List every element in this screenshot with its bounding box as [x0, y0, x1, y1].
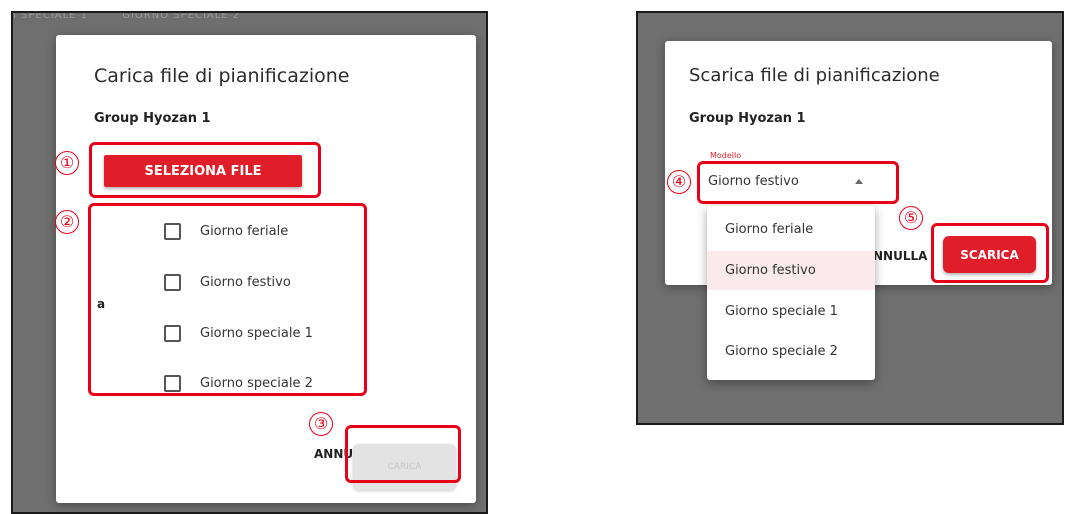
to-label: a	[97, 297, 106, 311]
upload-screen-panel: I SPECIALE 1 GIORNO SPECIALE 2 Carica fi…	[11, 11, 488, 514]
download-button[interactable]: SCARICA	[943, 236, 1036, 273]
background-tabs: I SPECIALE 1 GIORNO SPECIALE 2	[13, 11, 270, 21]
marker-1: ①	[55, 151, 79, 175]
marker-5: ⑤	[899, 206, 923, 230]
background-tab-special-2: GIORNO SPECIALE 2	[122, 11, 241, 21]
dialog-title: Carica file di pianificazione	[94, 65, 350, 87]
select-file-button[interactable]: SELEZIONA FILE	[104, 155, 302, 187]
checkbox-giorno-speciale-1[interactable]: Giorno speciale 1	[164, 321, 313, 345]
marker-2: ②	[55, 210, 79, 234]
dropdown-option-giorno-festivo[interactable]: Giorno festivo	[707, 251, 875, 290]
dropdown-option-giorno-speciale-1[interactable]: Giorno speciale 1	[707, 292, 875, 331]
checkbox-giorno-feriale[interactable]: Giorno feriale	[164, 219, 288, 243]
checkbox-giorno-festivo[interactable]: Giorno festivo	[164, 270, 291, 294]
marker-4: ④	[667, 170, 691, 194]
cancel-button[interactable]: NNULLA	[873, 249, 927, 263]
checkbox-label: Giorno speciale 2	[200, 375, 313, 391]
background-tab-special-1: I SPECIALE 1	[13, 11, 89, 21]
model-dropdown-menu: Giorno feriale Giorno festivo Giorno spe…	[707, 206, 875, 380]
checkbox-label: Giorno speciale 1	[200, 325, 313, 341]
dropdown-option-giorno-speciale-2[interactable]: Giorno speciale 2	[707, 332, 875, 371]
checkbox-giorno-speciale-2[interactable]: Giorno speciale 2	[164, 371, 313, 395]
model-field-label: Modello	[710, 151, 742, 160]
marker-3: ③	[309, 412, 333, 436]
upload-dialog: Carica file di pianificazione Group Hyoz…	[56, 35, 476, 503]
upload-button-disabled[interactable]: CARICA	[353, 444, 456, 490]
dialog-title: Scarica file di pianificazione	[689, 65, 940, 86]
caret-up-icon	[855, 179, 863, 184]
checkbox-label: Giorno festivo	[200, 274, 291, 290]
dropdown-option-giorno-feriale[interactable]: Giorno feriale	[707, 210, 875, 249]
model-selected-value: Giorno festivo	[708, 174, 799, 189]
checkbox-label: Giorno feriale	[200, 223, 289, 239]
group-name: Group Hyozan 1	[689, 111, 806, 126]
group-name: Group Hyozan 1	[94, 111, 211, 126]
checkbox-box[interactable]	[164, 222, 181, 240]
model-select[interactable]: Giorno festivo	[700, 170, 888, 195]
checkbox-box[interactable]	[164, 324, 181, 342]
checkbox-box[interactable]	[164, 374, 181, 392]
checkbox-box[interactable]	[164, 273, 181, 291]
